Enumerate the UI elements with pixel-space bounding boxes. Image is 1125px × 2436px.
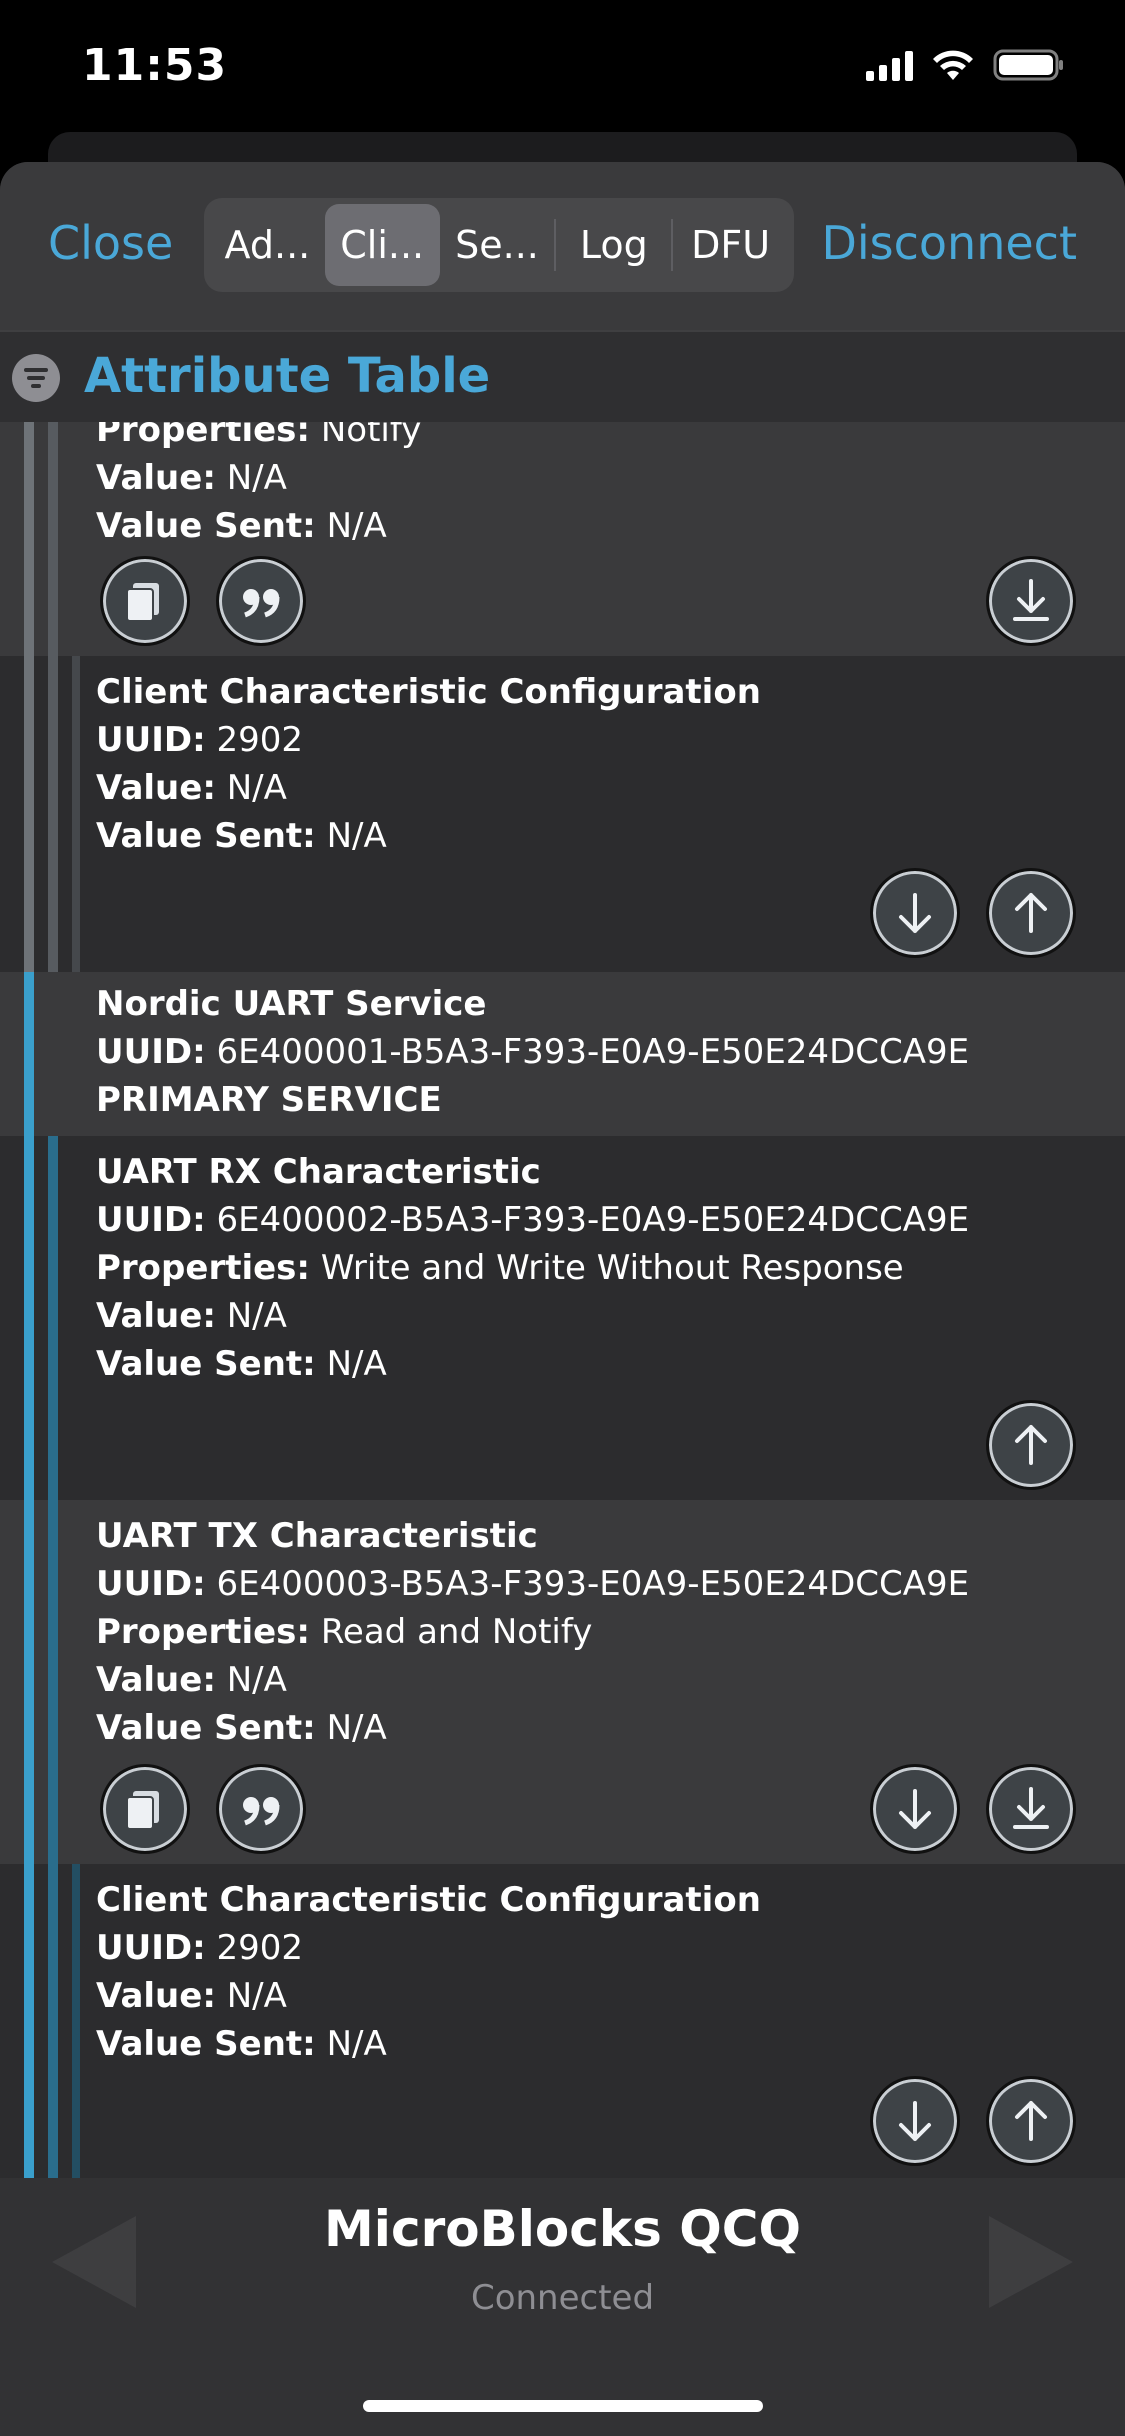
copy-icon (126, 583, 159, 622)
notify-icon (1013, 1787, 1049, 1829)
copy-icon (126, 1791, 159, 1830)
hierarchy-bar (48, 422, 58, 656)
list-item: UART RX Characteristic UUID: 6E400002-B5… (0, 1136, 1125, 1500)
read-arrow-icon (899, 1789, 931, 1829)
list-item: Properties: Notify Value: N/A Value Sent… (0, 422, 1125, 656)
uuid-line: UUID: 6E400001-B5A3-F393-E0A9-E50E24DCCA… (96, 1032, 970, 1072)
properties-line: Properties: Read and Notify (96, 1612, 593, 1652)
hierarchy-bar (72, 1864, 80, 2180)
value-sent-line: Value Sent: N/A (96, 1344, 387, 1384)
write-arrow-icon (1015, 893, 1047, 933)
write-arrow-icon (1015, 1425, 1047, 1465)
descriptor-name: Client Characteristic Configuration (96, 672, 761, 712)
hierarchy-bar (24, 1136, 34, 1500)
home-indicator[interactable] (363, 2400, 763, 2412)
device-name: MicroBlocks QCQ (324, 2200, 801, 2258)
hierarchy-bar (48, 656, 58, 972)
uuid-line: UUID: 2902 (96, 1928, 304, 1968)
quote-icon (243, 589, 280, 618)
tab-log[interactable]: Log (556, 204, 671, 286)
hierarchy-bar (48, 1136, 58, 1500)
quote-icon (243, 1797, 280, 1826)
attribute-table-header[interactable]: Attribute Table (0, 330, 1125, 422)
status-icons (866, 48, 1065, 82)
tab-dfu[interactable]: DFU (673, 204, 788, 286)
service-type: PRIMARY SERVICE (96, 1080, 442, 1120)
disconnect-button[interactable]: Disconnect (821, 216, 1077, 270)
value-sent-line: Value Sent: N/A (96, 1708, 387, 1748)
status-time: 11:53 (82, 40, 228, 91)
characteristic-name: UART TX Characteristic (96, 1516, 538, 1556)
uuid-line: UUID: 6E400002-B5A3-F393-E0A9-E50E24DCCA… (96, 1200, 970, 1240)
properties-line: Properties: Notify (96, 422, 422, 450)
notify-button[interactable] (986, 1764, 1076, 1854)
quote-button[interactable] (216, 556, 306, 646)
close-button[interactable]: Close (48, 216, 173, 270)
copy-button[interactable] (100, 556, 190, 646)
write-button[interactable] (986, 1400, 1076, 1490)
list-item: Client Characteristic Configuration UUID… (0, 656, 1125, 972)
value-line: Value: N/A (96, 768, 287, 808)
list-item: UART TX Characteristic UUID: 6E400003-B5… (0, 1500, 1125, 1864)
value-line: Value: N/A (96, 1296, 287, 1336)
write-arrow-icon (1015, 2101, 1047, 2141)
next-device-button[interactable] (989, 2216, 1073, 2308)
hierarchy-bar (48, 1864, 58, 2180)
tab-client[interactable]: Cli... (324, 204, 440, 286)
uuid-line: UUID: 2902 (96, 720, 304, 760)
device-toolbar: MicroBlocks QCQ Connected (0, 2178, 1125, 2436)
hierarchy-bar (24, 656, 34, 972)
quote-button[interactable] (216, 1764, 306, 1854)
section-title: Attribute Table (84, 348, 491, 404)
value-line: Value: N/A (96, 1976, 287, 2016)
wifi-icon (933, 50, 973, 80)
hierarchy-bar (24, 1500, 34, 1864)
connection-status: Connected (470, 2278, 655, 2318)
descriptor-name: Client Characteristic Configuration (96, 1880, 761, 1920)
hierarchy-bar (72, 656, 80, 972)
hierarchy-bar (24, 422, 34, 656)
signal-icon (866, 49, 913, 81)
read-arrow-icon (899, 893, 931, 933)
characteristic-name: UART RX Characteristic (96, 1152, 541, 1192)
value-sent-line: Value Sent: N/A (96, 816, 387, 856)
segmented-control: Ad... Cli... Se... Log DFU (204, 198, 794, 292)
read-button[interactable] (870, 868, 960, 958)
filter-icon[interactable] (12, 354, 60, 402)
status-bar: 11:53 (0, 0, 1125, 140)
hierarchy-bar (48, 1500, 58, 1864)
copy-button[interactable] (100, 1764, 190, 1854)
list-item: Nordic UART Service UUID: 6E400001-B5A3-… (0, 972, 1125, 1136)
value-line: Value: N/A (96, 1660, 287, 1700)
service-name: Nordic UART Service (96, 984, 487, 1024)
read-button[interactable] (870, 1764, 960, 1854)
write-button[interactable] (986, 868, 1076, 958)
device-sheet: Close Ad... Cli... Se... Log DFU Disconn… (0, 162, 1125, 2436)
notify-icon (1013, 579, 1049, 621)
attribute-list[interactable]: Properties: Notify Value: N/A Value Sent… (0, 422, 1125, 2340)
nav-bar: Close Ad... Cli... Se... Log DFU Disconn… (0, 162, 1125, 330)
uuid-line: UUID: 6E400003-B5A3-F393-E0A9-E50E24DCCA… (96, 1564, 970, 1604)
tab-server[interactable]: Se... (440, 204, 555, 286)
list-item: Client Characteristic Configuration UUID… (0, 1864, 1125, 2180)
value-sent-line: Value Sent: N/A (96, 2024, 387, 2064)
hierarchy-bar (24, 1864, 34, 2180)
notify-button[interactable] (986, 556, 1076, 646)
read-button[interactable] (870, 2076, 960, 2166)
value-line: Value: N/A (96, 458, 287, 498)
properties-line: Properties: Write and Write Without Resp… (96, 1248, 904, 1288)
write-button[interactable] (986, 2076, 1076, 2166)
battery-icon (993, 49, 1063, 81)
value-sent-line: Value Sent: N/A (96, 506, 387, 546)
tab-advertisement[interactable]: Ad... (210, 204, 325, 286)
hierarchy-bar (24, 972, 34, 1136)
read-arrow-icon (899, 2101, 931, 2141)
